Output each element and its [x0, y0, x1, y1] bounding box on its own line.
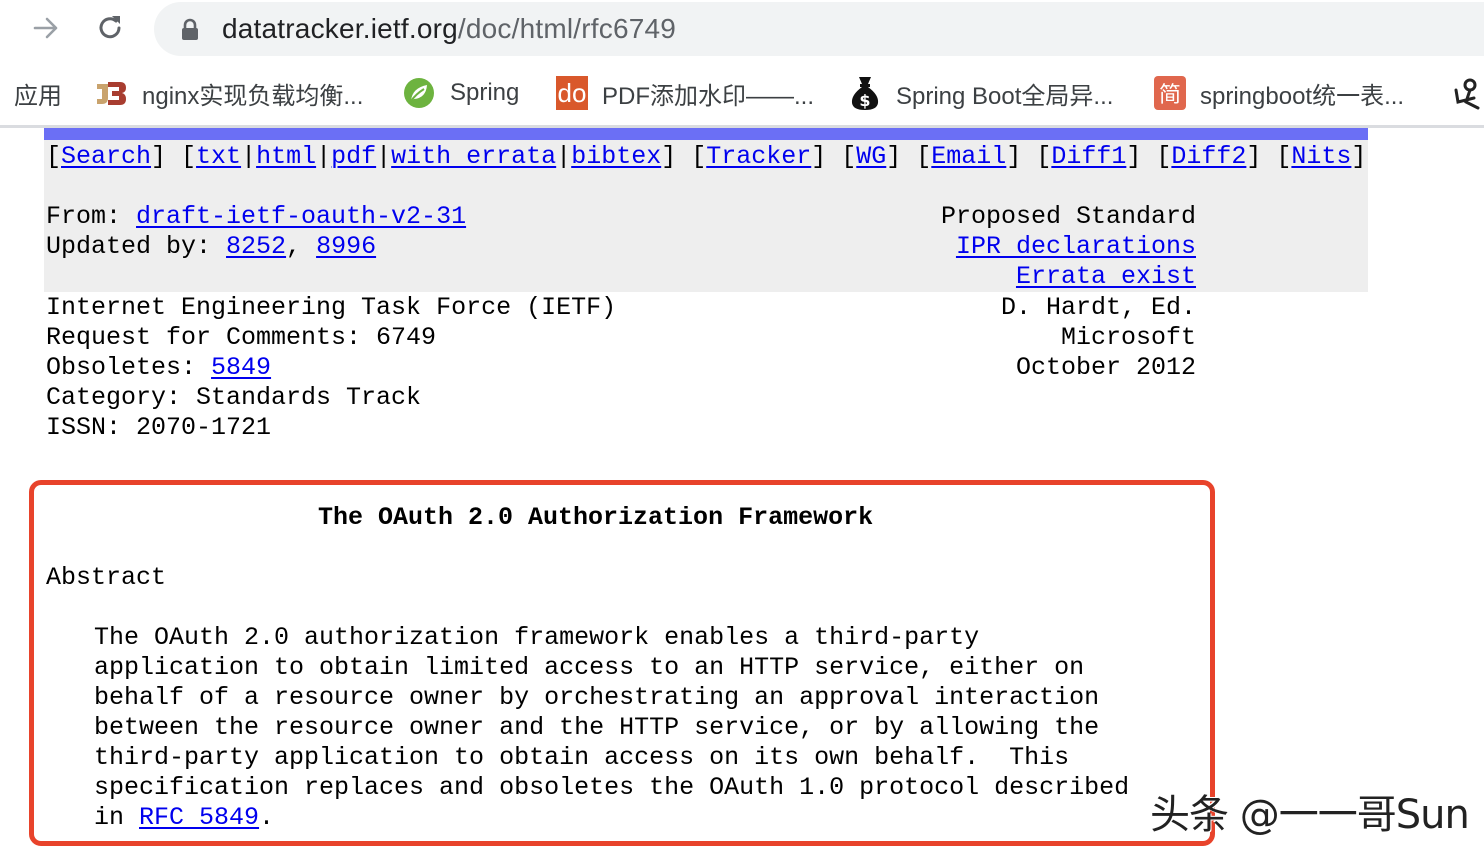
bookmark-label: 应用 [14, 82, 62, 110]
nits-link[interactable]: Nits [1291, 142, 1351, 171]
figure-favicon-icon [1448, 76, 1482, 110]
draft-link[interactable]: draft-ietf-oauth-v2-31 [136, 202, 466, 231]
bookmark-springboot-unified[interactable]: 简 springboot统一表... [1154, 74, 1404, 112]
txt-link[interactable]: txt [196, 142, 241, 171]
svg-text:$: $ [859, 91, 870, 110]
url-path: /doc/html/rfc6749 [457, 13, 677, 44]
bookmark-figure[interactable] [1448, 74, 1484, 112]
updated-by-link[interactable]: 8996 [316, 232, 376, 261]
from-updated-block: From: draft-ietf-oauth-v2-31 Updated by:… [46, 202, 467, 261]
bookmark-label: nginx实现负载均衡... [142, 82, 364, 110]
org-text: Internet Engineering Task Force (IETF) [46, 293, 617, 322]
diff2-link[interactable]: Diff2 [1171, 142, 1246, 171]
with-errata-link[interactable]: with errata [391, 142, 556, 171]
reload-button[interactable] [88, 8, 132, 48]
watermark-text: 头条 @一一哥Sun [1150, 792, 1470, 838]
email-link[interactable]: Email [931, 142, 1006, 171]
updated-by-label: Updated by: [46, 232, 227, 261]
tracker-link[interactable]: Tracker [706, 142, 811, 171]
money-bag-icon: $ [848, 76, 882, 110]
rfc-number-text: Request for Comments: 6749 [46, 323, 437, 352]
document-nav-links: [Search] [txt|html|pdf|with errata|bibte… [46, 142, 1367, 171]
bookmark-spring[interactable]: Spring [402, 74, 519, 112]
date-text: October 2012 [1015, 353, 1196, 382]
errata-exist-link[interactable]: Errata exist [1016, 262, 1196, 291]
bibtex-link[interactable]: bibtex [571, 142, 661, 171]
company-text: Microsoft [1060, 323, 1196, 352]
updated-by-link[interactable]: 8252 [226, 232, 286, 261]
jian-favicon-icon: 简 [1154, 76, 1186, 110]
status-block: Proposed Standard IPR declarations Errat… [941, 202, 1196, 292]
bookmark-label: PDF添加水印——... [602, 82, 815, 110]
bookmark-nginx[interactable]: nginx实现负载均衡... [94, 74, 363, 112]
bookmark-label: Spring Boot全局异... [896, 82, 1114, 110]
url-text[interactable]: datatracker.ietf.org/doc/html/rfc6749 [222, 12, 676, 46]
spring-leaf-icon [402, 76, 436, 110]
issn-text: ISSN: 2070-1721 [46, 413, 272, 442]
document-meta-panel: [Search] [txt|html|pdf|with errata|bibte… [44, 128, 1368, 292]
ipr-declarations-link[interactable]: IPR declarations [956, 232, 1196, 261]
meta-top-bar [44, 128, 1368, 140]
url-host: datatracker.ietf.org [222, 13, 458, 44]
bookmark-pdf-watermark[interactable]: do PDF添加水印——... [556, 74, 814, 112]
reload-icon [99, 16, 121, 39]
bookmark-springboot-exception[interactable]: $ Spring Boot全局异... [848, 74, 1113, 112]
bookmark-label: springboot统一表... [1200, 82, 1405, 110]
wg-link[interactable]: WG [856, 142, 886, 171]
status-text: Proposed Standard [940, 202, 1196, 231]
address-bar[interactable]: datatracker.ietf.org/doc/html/rfc6749 [154, 2, 1484, 56]
diff1-link[interactable]: Diff1 [1051, 142, 1126, 171]
author-text: D. Hardt, Ed. [1000, 293, 1196, 322]
obsoletes-label: Obsoletes: [46, 353, 212, 382]
lock-icon [182, 18, 198, 40]
browser-toolbar: datatracker.ietf.org/doc/html/rfc6749 [0, 0, 1484, 60]
bookmarks-bar: 应用 nginx实现负载均衡... Spring do PDF添加水印——...… [0, 60, 1484, 128]
search-link[interactable]: Search [61, 142, 151, 171]
html-link[interactable]: html [256, 142, 316, 171]
arrow-right-icon [33, 17, 58, 39]
jb-favicon-icon [94, 76, 128, 110]
bookmark-label: Spring [450, 79, 520, 106]
obsoletes-link[interactable]: 5849 [211, 353, 271, 382]
do-favicon-icon: do [556, 76, 588, 110]
highlight-box [29, 480, 1215, 846]
category-text: Category: Standards Track [46, 383, 422, 412]
rfc-header-right: D. Hardt, Ed. Microsoft October 2012 [900, 293, 1196, 383]
forward-button[interactable] [24, 8, 68, 48]
rfc-header-left: Internet Engineering Task Force (IETF) R… [46, 293, 616, 443]
bookmark-apps[interactable]: 应用 [14, 74, 62, 112]
from-label: From: [46, 202, 137, 231]
pdf-link[interactable]: pdf [331, 142, 376, 171]
